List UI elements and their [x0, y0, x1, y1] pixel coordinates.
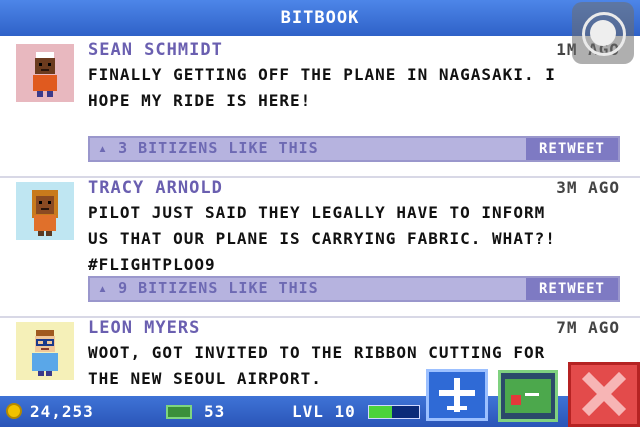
like-count: ▴ 9 BITIZENS LIKE THIS: [98, 279, 319, 297]
post-message-line: HOPE MY RIDE IS HERE!: [88, 91, 312, 110]
assistive-touch-dot-icon: [590, 20, 616, 46]
plane-icon: [439, 378, 475, 412]
like-bar[interactable]: ▴ 3 BITIZENS LIKE THIS RETWEET: [88, 136, 620, 162]
close-button[interactable]: [568, 362, 640, 427]
feed[interactable]: SEAN SCHMIDT 1M AGO FINALLY GETTING OFF …: [0, 36, 640, 396]
post-message-line: WOOT, GOT INVITED TO THE RIBBON CUTTING …: [88, 343, 546, 362]
post-message-line: FINALLY GETTING OFF THE PLANE IN NAGASAK…: [88, 65, 556, 84]
bux-count: 53: [204, 402, 226, 421]
post-time: 3M AGO: [556, 178, 620, 197]
flights-button[interactable]: [426, 369, 488, 421]
level-label: LVL 10: [292, 402, 356, 421]
post-message-line: #FLIGHTPLOO9: [88, 255, 216, 274]
like-count-text: 9 BITIZENS LIKE THIS: [118, 279, 319, 297]
assistive-touch-button[interactable]: [572, 2, 634, 64]
map-icon: [505, 379, 551, 413]
coin-count: 24,253: [30, 402, 94, 421]
post-message: PILOT JUST SAID THEY LEGALLY HAVE TO INF…: [88, 200, 608, 278]
level-progress-bar: [368, 405, 420, 419]
thumbs-up-icon: ▴: [98, 279, 109, 297]
post-time: 7M AGO: [556, 318, 620, 337]
app-header: BITBOOK: [0, 0, 640, 36]
feed-post: SEAN SCHMIDT 1M AGO FINALLY GETTING OFF …: [0, 36, 640, 178]
close-icon: [581, 371, 627, 417]
post-message-line: PILOT JUST SAID THEY LEGALLY HAVE TO INF…: [88, 203, 546, 222]
post-author[interactable]: TRACY ARNOLD: [88, 178, 223, 198]
avatar: [16, 182, 74, 240]
thumbs-up-icon: ▴: [98, 139, 109, 157]
bux-icon: [166, 405, 192, 419]
app-title: BITBOOK: [280, 8, 360, 28]
retweet-button[interactable]: RETWEET: [526, 138, 618, 160]
avatar: [16, 322, 74, 380]
level-progress-fill: [369, 406, 392, 418]
like-count-text: 3 BITIZENS LIKE THIS: [118, 139, 319, 157]
post-author[interactable]: SEAN SCHMIDT: [88, 40, 223, 60]
feed-post: TRACY ARNOLD 3M AGO PILOT JUST SAID THEY…: [0, 178, 640, 318]
retweet-button[interactable]: RETWEET: [526, 278, 618, 300]
coin-icon: [6, 403, 22, 419]
like-count: ▴ 3 BITIZENS LIKE THIS: [98, 139, 319, 157]
avatar: [16, 44, 74, 102]
map-button[interactable]: [498, 370, 558, 422]
post-message: FINALLY GETTING OFF THE PLANE IN NAGASAK…: [88, 62, 608, 114]
like-bar[interactable]: ▴ 9 BITIZENS LIKE THIS RETWEET: [88, 276, 620, 302]
post-author[interactable]: LEON MYERS: [88, 318, 200, 338]
post-message-line: US THAT OUR PLANE IS CARRYING FABRIC. WH…: [88, 229, 556, 248]
